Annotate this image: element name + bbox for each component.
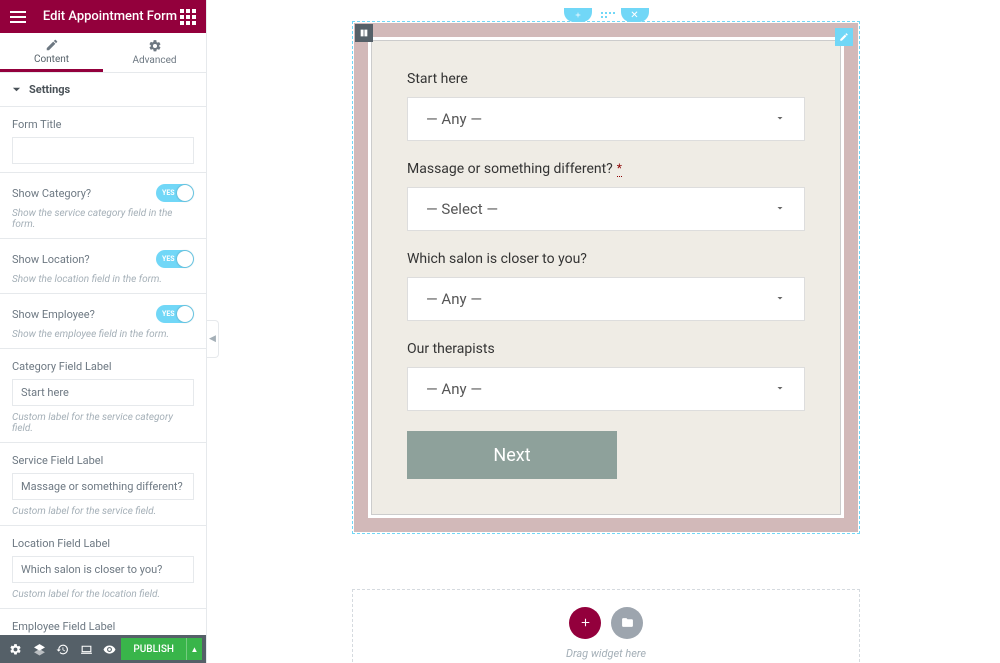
toggle-show-location[interactable]: YES [156,250,194,268]
label-category-field: Category Field Label [12,360,194,373]
select-service[interactable]: — Select — [407,187,805,231]
field-service: Massage or something different? * — Sele… [407,161,805,231]
chevron-down-icon [774,290,786,308]
template-icon[interactable] [611,607,643,639]
widgets-icon[interactable] [180,9,196,25]
input-service-label[interactable] [12,473,194,500]
publish-options-button[interactable]: ▲ [186,638,202,660]
control-show-employee: Show Employee? YES Show the employee fie… [0,293,206,348]
control-service-label: Service Field Label Custom label for the… [0,442,206,525]
editor-panel: Edit Appointment Form Content Advanced S… [0,0,207,663]
tab-advanced[interactable]: Advanced [103,33,206,72]
form-inner-frame: Start here — Any — Massage or something … [371,40,841,515]
navigator-icon[interactable] [27,635,50,663]
section-settings[interactable]: Settings [0,73,206,106]
chevron-down-icon [774,110,786,128]
form-outer-frame: Start here — Any — Massage or something … [354,23,858,532]
hint-show-location: Show the location field in the form. [12,274,194,285]
field-label: Which salon is closer to you? [407,251,805,267]
drop-zone-text: Drag widget here [566,647,646,660]
panel-body: Settings Form Title Show Category? YES S… [0,73,206,635]
drop-zone[interactable]: Drag widget here [352,589,860,663]
control-show-location: Show Location? YES Show the location fie… [0,238,206,293]
label-employee-field: Employee Field Label [12,620,194,633]
toggle-show-category[interactable]: YES [156,184,194,202]
input-form-title[interactable] [12,137,194,164]
add-section-icon[interactable] [564,8,592,22]
section-controls: ✕ [352,9,860,21]
label-service-field: Service Field Label [12,454,194,467]
drag-handle-icon[interactable] [595,9,621,21]
panel-header: Edit Appointment Form [0,0,206,33]
field-label: Massage or something different? * [407,161,805,177]
collapse-panel-icon[interactable]: ◀ [207,320,219,358]
label-form-title: Form Title [12,118,194,131]
tab-content[interactable]: Content [0,33,103,72]
select-start-here[interactable]: — Any — [407,97,805,141]
menu-icon[interactable] [10,8,26,26]
publish-button[interactable]: PUBLISH [121,638,186,660]
select-location[interactable]: — Any — [407,277,805,321]
hint-location-label: Custom label for the location field. [12,589,194,600]
label-show-location: Show Location? [12,253,90,266]
widget-container: Start here — Any — Massage or something … [352,21,860,534]
settings-icon[interactable] [4,635,27,663]
control-form-title: Form Title [0,106,206,172]
required-indicator: * [617,161,622,177]
hint-show-employee: Show the employee field in the form. [12,329,194,340]
label-location-field: Location Field Label [12,537,194,550]
panel-footer: PUBLISH ▲ [0,635,206,663]
label-show-employee: Show Employee? [12,308,95,321]
close-section-icon[interactable]: ✕ [621,8,649,22]
add-widget-icon[interactable] [569,607,601,639]
panel-title: Edit Appointment Form [40,9,180,24]
preview-icon[interactable] [98,635,121,663]
chevron-down-icon [774,200,786,218]
field-start-here: Start here — Any — [407,71,805,141]
responsive-icon[interactable] [74,635,97,663]
field-label: Start here [407,71,805,87]
field-employee: Our therapists — Any — [407,341,805,411]
history-icon[interactable] [51,635,74,663]
hint-category-label: Custom label for the service category fi… [12,412,194,434]
input-category-label[interactable] [12,379,194,406]
control-employee-label: Employee Field Label Custom label for th… [0,608,206,635]
next-button[interactable]: Next [407,431,617,479]
field-location: Which salon is closer to you? — Any — [407,251,805,321]
label-show-category: Show Category? [12,187,91,200]
hint-service-label: Custom label for the service field. [12,506,194,517]
edit-widget-icon[interactable] [835,28,853,46]
hint-show-category: Show the service category field in the f… [12,208,194,230]
control-location-label: Location Field Label Custom label for th… [0,525,206,608]
toggle-show-employee[interactable]: YES [156,305,194,323]
control-category-label: Category Field Label Custom label for th… [0,348,206,442]
field-label: Our therapists [407,341,805,357]
canvas: ◀ ✕ Start here — Any — Massage or someth… [207,0,1000,663]
select-employee[interactable]: — Any — [407,367,805,411]
input-location-label[interactable] [12,556,194,583]
chevron-down-icon [774,380,786,398]
control-show-category: Show Category? YES Show the service cate… [0,172,206,238]
panel-tabs: Content Advanced [0,33,206,73]
column-icon[interactable] [355,24,373,42]
